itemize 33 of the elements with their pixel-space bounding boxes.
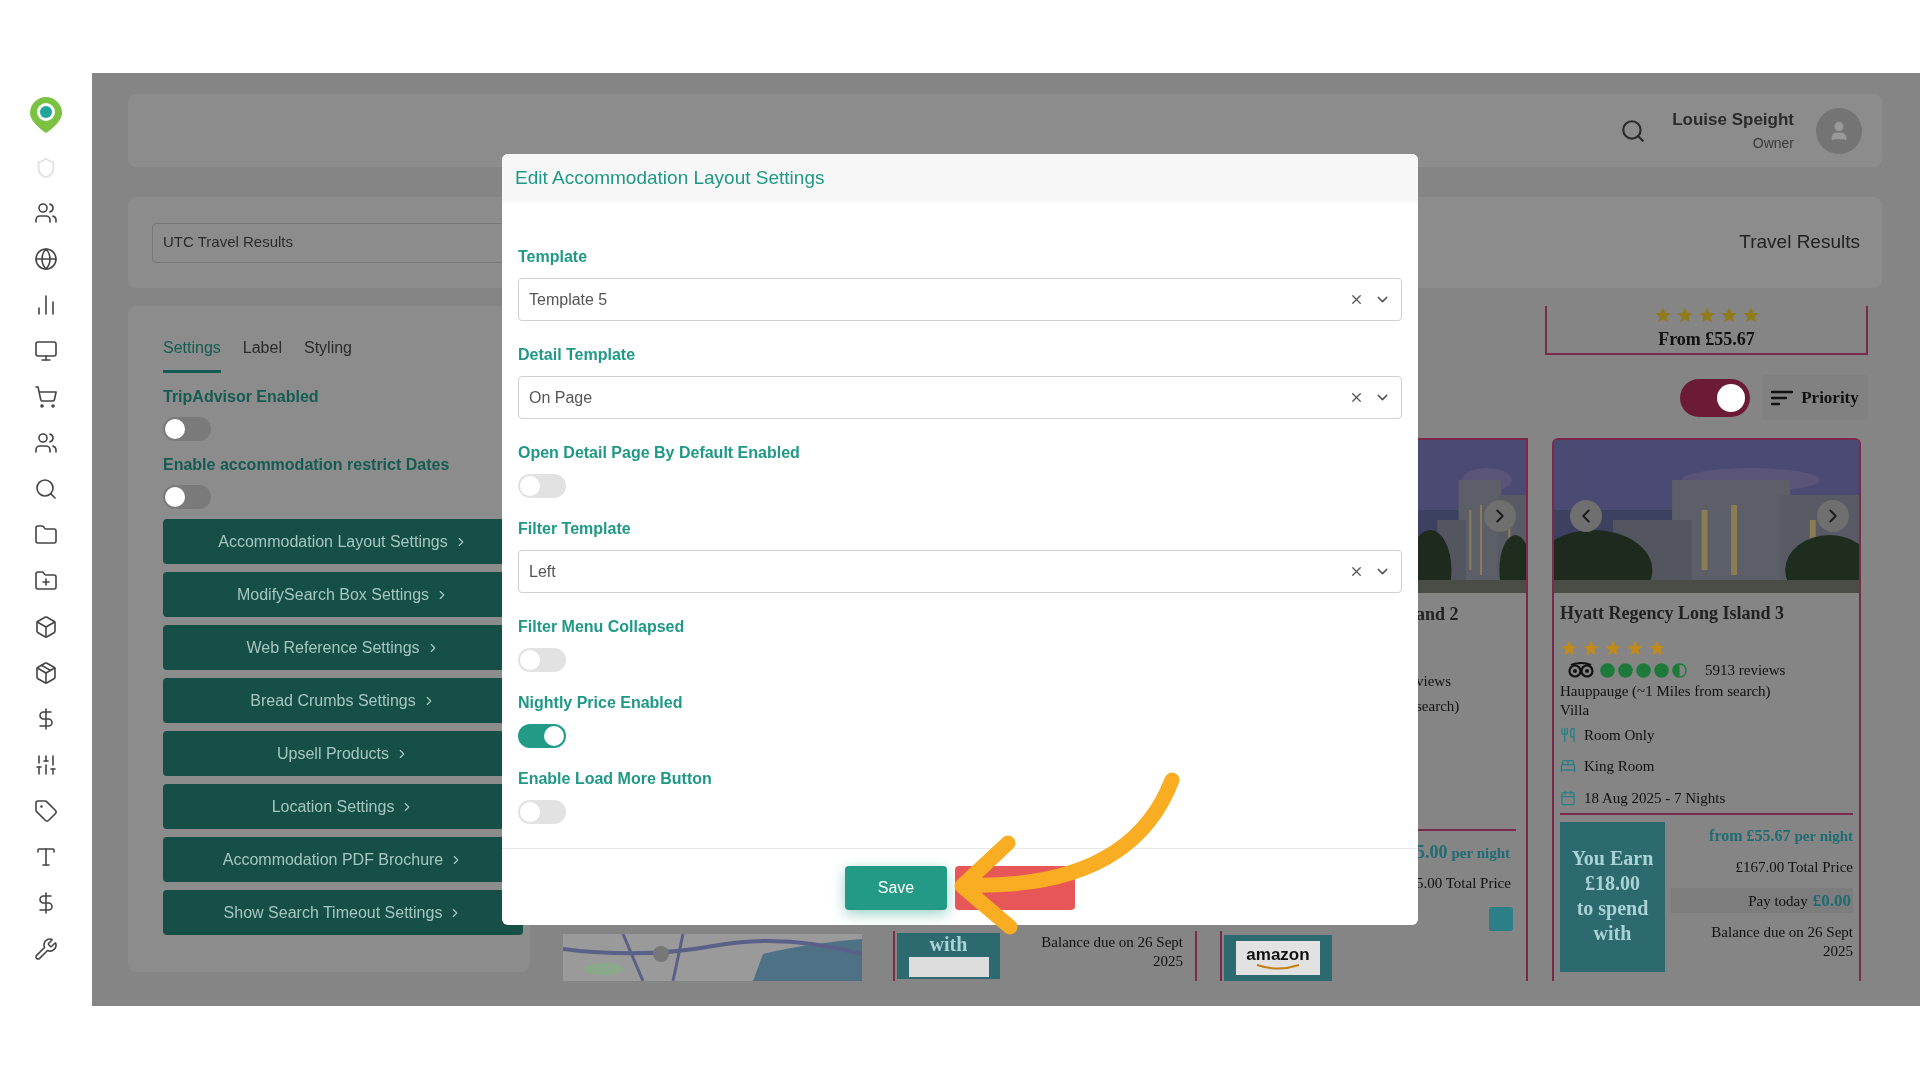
earn-text: with bbox=[929, 932, 968, 955]
toggle-label: Enable accommodation restrict Dates bbox=[163, 455, 450, 475]
earn-text: with bbox=[1593, 921, 1632, 946]
price-text: From £55.67 bbox=[1658, 328, 1755, 351]
user-role: Owner bbox=[1752, 133, 1794, 153]
price-text: from £55.67 bbox=[1709, 826, 1791, 846]
logo-text: amazon bbox=[1246, 945, 1310, 964]
hotel-title: Hyatt Regency Long Island 3 bbox=[1560, 602, 1785, 625]
property-type: Villa bbox=[1560, 700, 1591, 720]
earn-text: £18.00 bbox=[1585, 871, 1640, 896]
total-price: £167.00 Total Price bbox=[1735, 858, 1853, 877]
location-text: Hauppauge (~1 Miles from search) bbox=[1560, 681, 1772, 701]
location-text: search) bbox=[1416, 696, 1461, 716]
user-name: Louise Speight bbox=[1672, 109, 1794, 132]
dialog-title: Edit Accommodation Layout Settings bbox=[515, 165, 825, 190]
feature-text: Room Only bbox=[1584, 725, 1655, 745]
pay-today-amount: £0.00 bbox=[1812, 889, 1851, 912]
price-unit: per night bbox=[1451, 844, 1510, 863]
hotel-title: and 2 bbox=[1416, 603, 1460, 626]
reviews-text: views bbox=[1416, 672, 1452, 691]
field-label: Open Detail Page By Default Enabled bbox=[518, 443, 800, 463]
toggle-label: TripAdvisor Enabled bbox=[163, 387, 319, 407]
feature-text: King Room bbox=[1584, 757, 1655, 776]
pay-today-label: Pay today bbox=[1748, 891, 1808, 911]
balance-text: Balance due on 26 Sept 2025 bbox=[1710, 923, 1853, 961]
page-title: Travel Results bbox=[1739, 230, 1860, 255]
earn-text: to spend bbox=[1576, 896, 1649, 921]
reviews-text: 5913 reviews bbox=[1705, 661, 1786, 680]
feature-text: 18 Aug 2025 - 7 Nights bbox=[1584, 788, 1726, 808]
balance-text: Balance due on 26 Sept 2025 bbox=[1040, 932, 1183, 971]
earn-text: You Earn bbox=[1571, 846, 1654, 871]
price-unit: per night bbox=[1794, 827, 1853, 846]
field-label: Detail Template bbox=[518, 345, 636, 365]
